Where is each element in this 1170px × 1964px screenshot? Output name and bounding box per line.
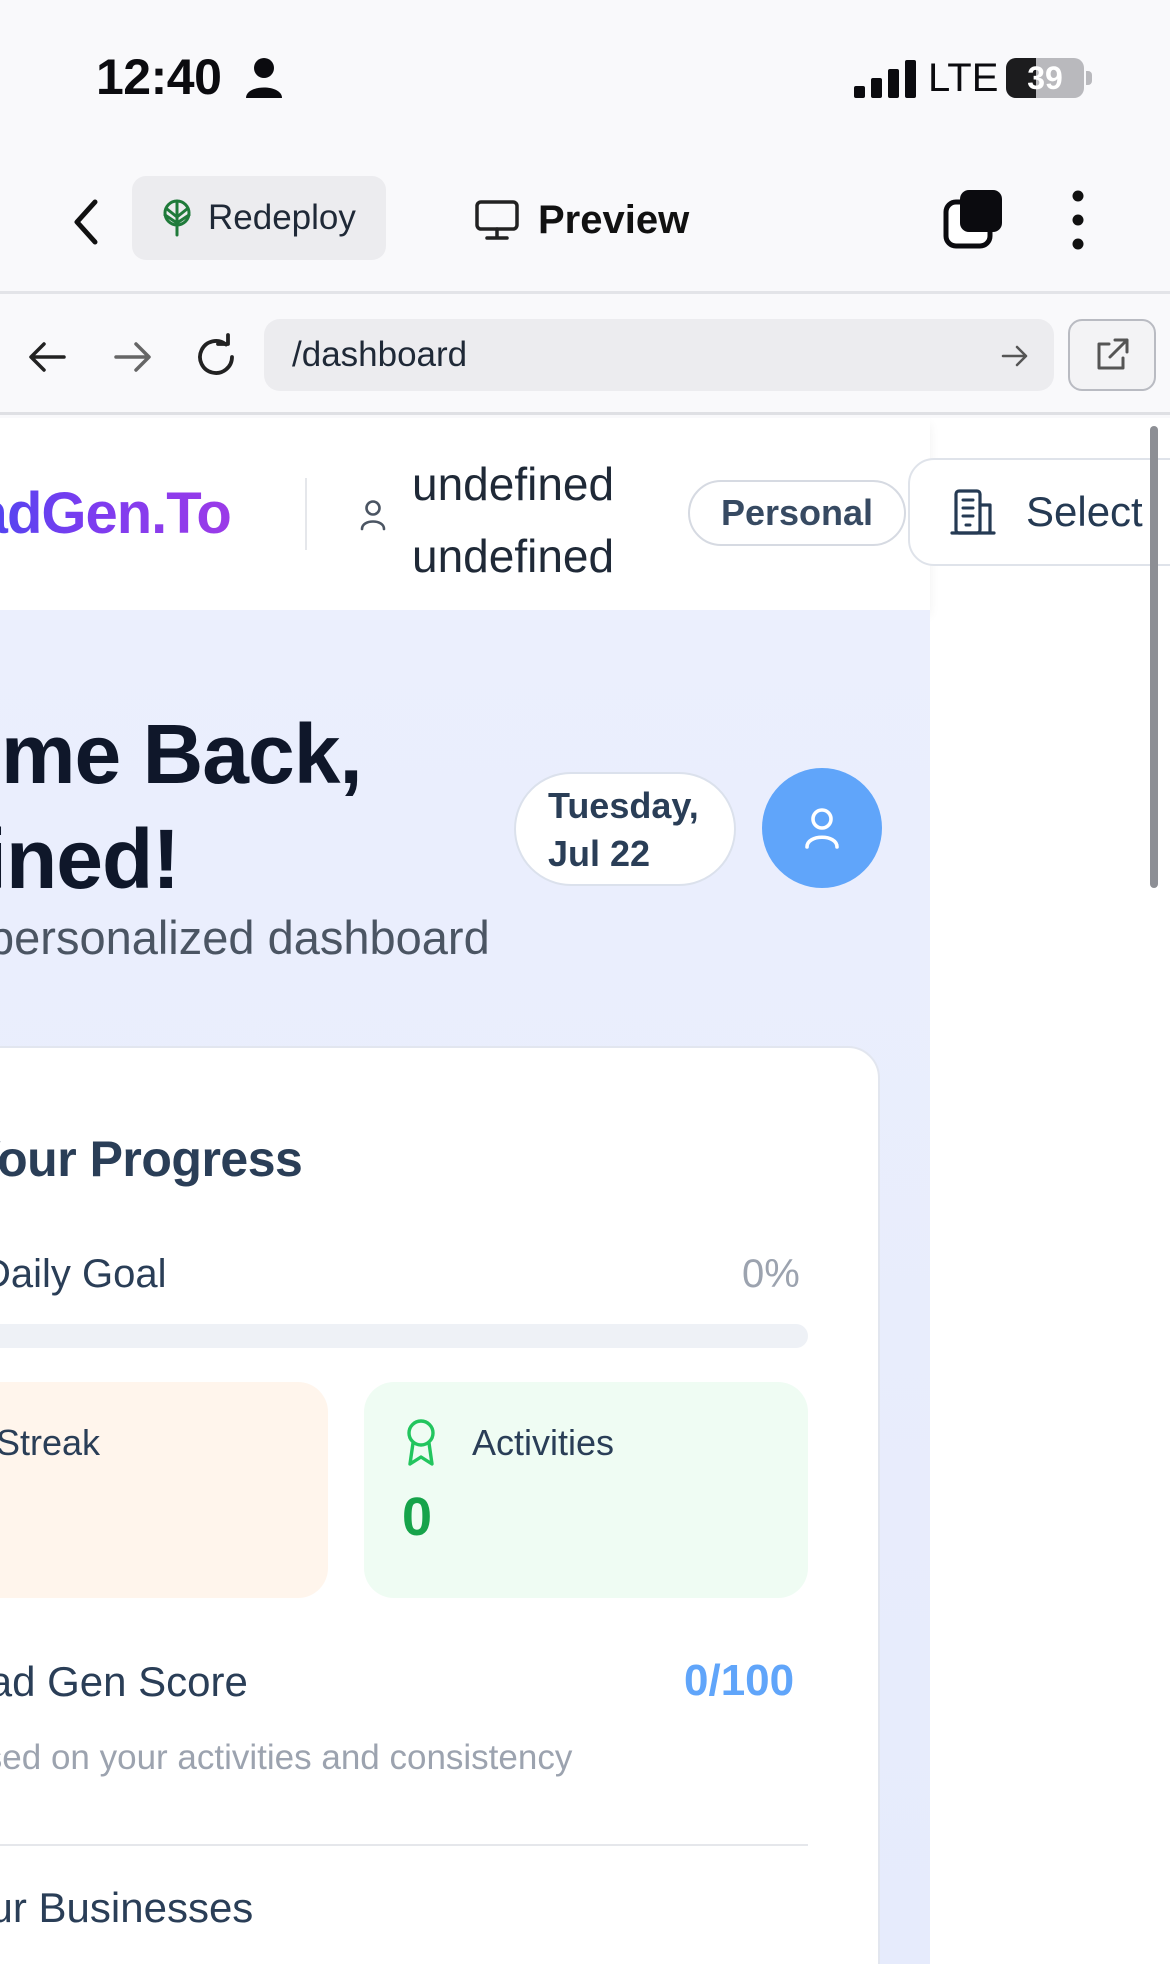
status-bar: 12:40 LTE 39 (0, 0, 1170, 150)
chevron-left-icon (74, 199, 98, 245)
date-weekday: Tuesday, (548, 785, 699, 826)
date-day: Jul 22 (548, 833, 651, 874)
url-input[interactable]: /dashboard (264, 319, 1054, 391)
battery-icon: 39 (1006, 58, 1092, 98)
external-link-icon (1097, 338, 1129, 370)
open-external-button[interactable] (1068, 319, 1156, 391)
score-description: Based on your activities and consistency (0, 1738, 573, 1777)
welcome-subtitle: Your personalized dashboard (0, 911, 490, 964)
activities-count: 0 (402, 1487, 433, 1547)
hero-section: Welcome Back, undefined! Your personaliz… (0, 610, 930, 1964)
back-button[interactable] (62, 192, 110, 252)
card-divider (0, 1844, 808, 1846)
site-header: LeadGen.To undefined undefined Personal (0, 418, 930, 610)
activities-label: Activities (472, 1422, 615, 1463)
user-last-name: undefined (412, 530, 615, 582)
battery-percent: 39 (1027, 60, 1063, 96)
user-icon (360, 500, 386, 531)
streak-label: Streak (0, 1422, 101, 1463)
scrollbar[interactable] (1150, 426, 1158, 888)
user-name: undefined undefined (412, 448, 642, 592)
go-arrow-icon[interactable] (1000, 341, 1030, 371)
score-value: 0/100 (684, 1656, 795, 1705)
select-business-button[interactable]: Select (908, 458, 1170, 566)
preview-label: Preview (538, 197, 690, 242)
web-viewport: LeadGen.To undefined undefined Personal … (0, 418, 1170, 1964)
score-label: Lead Gen Score (0, 1658, 248, 1705)
streak-card: Streak (0, 1382, 328, 1598)
monitor-icon (475, 200, 519, 240)
date-badge: Tuesday, Jul 22 (514, 772, 736, 886)
daily-goal-progress-bar (0, 1324, 808, 1348)
browser-bar: /dashboard (0, 297, 1170, 415)
tabs-icon[interactable] (942, 188, 1006, 252)
more-options-icon[interactable] (1058, 188, 1098, 252)
site-logo[interactable]: LeadGen.To (0, 480, 232, 547)
person-icon (246, 58, 282, 98)
deploy-icon (163, 199, 191, 237)
award-icon (407, 1419, 435, 1466)
avatar[interactable] (762, 768, 882, 888)
account-type-badge: Personal (688, 480, 906, 546)
progress-card: Your Progress Daily Goal 0% Streak Activ… (0, 1046, 880, 1964)
activities-card: Activities 0 (364, 1382, 808, 1598)
arrow-right-icon[interactable] (108, 333, 156, 381)
signal-icon (854, 60, 916, 98)
daily-goal-percent: 0% (742, 1252, 800, 1296)
select-label: Select (1026, 488, 1143, 535)
building-icon (950, 489, 996, 535)
preview-title: Preview (474, 192, 689, 248)
status-time: 12:40 (96, 49, 222, 105)
welcome-line-2: undefined! (0, 812, 180, 906)
user-first-name: undefined (412, 458, 615, 510)
url-text: /dashboard (292, 335, 468, 374)
app-toolbar: Redeploy Preview (0, 150, 1170, 294)
welcome-line-1: Welcome Back, (0, 707, 363, 801)
businesses-title: Your Businesses (0, 1884, 254, 1931)
daily-goal-label: Daily Goal (0, 1252, 167, 1296)
redeploy-label: Redeploy (208, 198, 356, 237)
arrow-left-icon[interactable] (24, 333, 72, 381)
user-icon (805, 808, 839, 849)
header-divider (305, 478, 307, 550)
network-label: LTE (928, 56, 999, 100)
progress-title: Your Progress (0, 1131, 303, 1187)
welcome-heading: Welcome Back, undefined! (0, 702, 460, 912)
redeploy-button[interactable]: Redeploy (132, 176, 386, 260)
reload-icon[interactable] (192, 333, 240, 381)
